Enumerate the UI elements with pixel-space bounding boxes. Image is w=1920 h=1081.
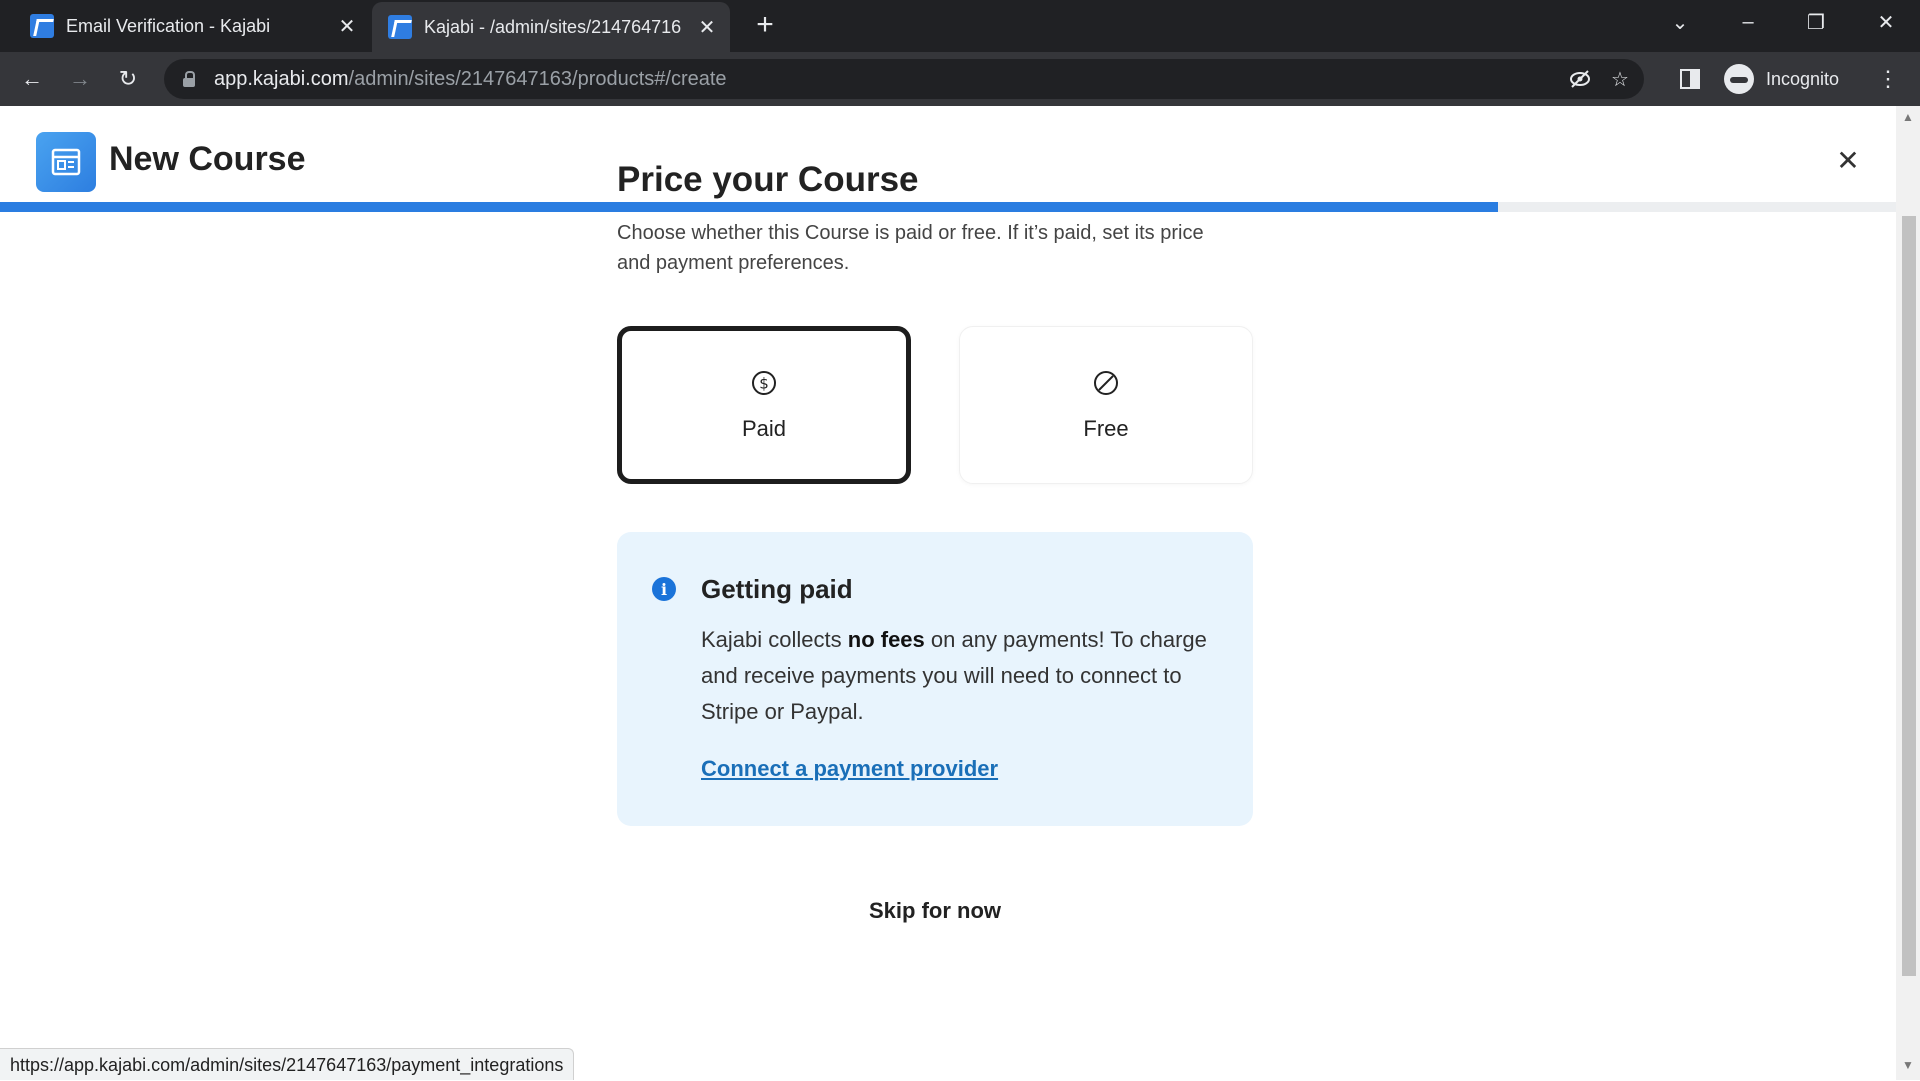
forward-icon[interactable]: → <box>62 61 98 97</box>
minimize-icon[interactable]: – <box>1728 4 1768 40</box>
tab-title: Email Verification - Kajabi <box>66 15 271 36</box>
pricing-section: Price your Course Choose whether this Co… <box>617 160 1253 278</box>
scroll-down-arrow-icon[interactable]: ▼ <box>1896 1058 1920 1074</box>
connect-payment-provider-link[interactable]: Connect a payment provider <box>701 756 998 782</box>
tab-close-icon[interactable]: ✕ <box>334 13 360 39</box>
scroll-up-arrow-icon[interactable]: ▲ <box>1896 110 1920 126</box>
kajabi-favicon-icon <box>30 14 54 38</box>
paid-option-card[interactable]: $ Paid <box>617 326 911 484</box>
scrollbar-thumb[interactable] <box>1902 216 1916 976</box>
incognito-profile-button[interactable]: Incognito <box>1724 61 1839 97</box>
tab-kajabi-admin[interactable]: Kajabi - /admin/sites/214764716 ✕ <box>372 2 730 52</box>
tab-close-icon[interactable]: ✕ <box>694 14 720 40</box>
kajabi-favicon-icon <box>388 15 412 39</box>
back-icon[interactable]: ← <box>14 61 50 97</box>
page-scrollbar[interactable]: ▲ ▼ <box>1896 106 1920 1080</box>
tracking-blocked-eye-icon[interactable] <box>1564 63 1596 95</box>
paid-option-label: Paid <box>741 415 787 441</box>
info-title: Getting paid <box>701 574 853 604</box>
no-fees-emphasis: no fees <box>847 627 925 652</box>
free-option-card[interactable]: Free <box>959 326 1253 484</box>
close-icon[interactable]: ✕ <box>1830 142 1866 178</box>
incognito-icon <box>1724 64 1754 94</box>
tab-search-icon[interactable]: ⌄ <box>1660 4 1700 40</box>
address-bar[interactable]: app.kajabi.com/admin/sites/2147647163/pr… <box>164 59 1644 99</box>
skip-for-now-button[interactable]: Skip for now <box>617 898 1253 924</box>
dollar-circle-icon: $ <box>750 369 778 402</box>
free-option-label: Free <box>1083 415 1129 441</box>
browser-menu-icon[interactable]: ⋮ <box>1870 61 1906 97</box>
svg-text:$: $ <box>759 374 769 392</box>
tab-title: Kajabi - /admin/sites/214764716 <box>424 16 682 37</box>
restore-icon[interactable]: ❐ <box>1796 4 1836 40</box>
section-heading: Price your Course <box>617 160 919 199</box>
incognito-label: Incognito <box>1766 68 1840 89</box>
tab-email-verification[interactable]: Email Verification - Kajabi ✕ <box>0 0 370 52</box>
course-product-icon <box>36 132 96 192</box>
side-panel-icon[interactable] <box>1672 61 1708 97</box>
info-body: Kajabi collects no fees on any payments!… <box>701 627 1207 724</box>
link-status-bar: https://app.kajabi.com/admin/sites/21476… <box>0 1048 575 1080</box>
browser-toolbar: ← → ↻ app.kajabi.com/admin/sites/2147647… <box>0 52 1920 106</box>
prohibited-circle-icon <box>1092 369 1120 402</box>
section-description: Choose whether this Course is paid or fr… <box>617 222 1204 274</box>
bookmark-star-icon[interactable]: ☆ <box>1604 63 1636 95</box>
page-title: New Course <box>109 140 306 178</box>
url-text[interactable]: app.kajabi.com/admin/sites/2147647163/pr… <box>214 68 727 91</box>
window-close-icon[interactable]: ✕ <box>1866 4 1906 40</box>
new-tab-button[interactable]: + <box>748 8 782 42</box>
lock-icon <box>182 71 196 87</box>
getting-paid-info-box: i Getting paid Kajabi collects no fees o… <box>617 532 1253 826</box>
info-icon: i <box>652 577 676 601</box>
browser-tab-bar: Email Verification - Kajabi ✕ Kajabi - /… <box>0 0 1920 52</box>
reload-icon[interactable]: ↻ <box>110 61 146 97</box>
